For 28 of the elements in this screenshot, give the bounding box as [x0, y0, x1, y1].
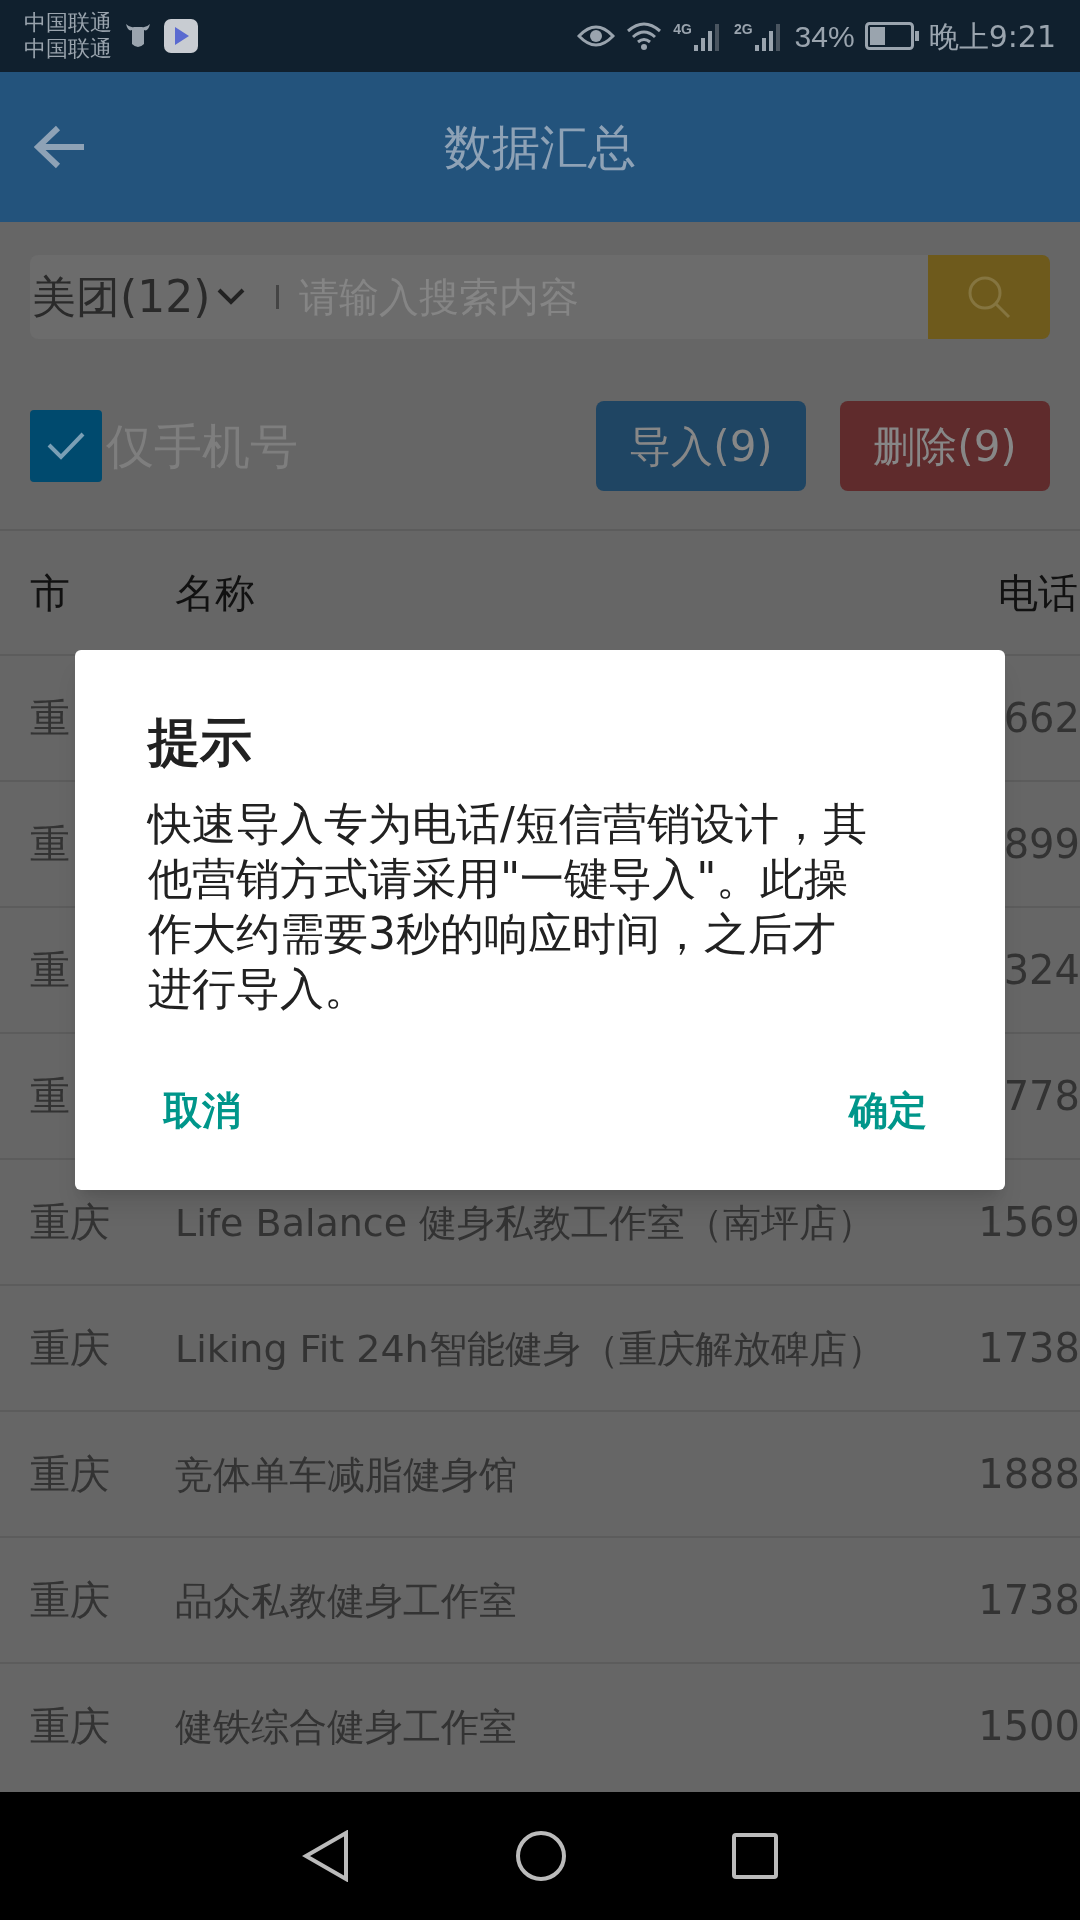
clock-time: 晚上9:21	[928, 17, 1056, 56]
home-nav-icon[interactable]	[515, 1830, 567, 1882]
back-arrow-icon	[34, 125, 86, 169]
confirm-button[interactable]: 确定	[849, 1081, 927, 1140]
chevron-down-icon	[216, 287, 247, 307]
wifi-icon	[625, 21, 664, 51]
source-dropdown[interactable]: 美团(12)	[30, 255, 247, 339]
delete-button[interactable]: 删除(9)	[840, 401, 1050, 491]
column-header: 市	[30, 568, 71, 618]
carrier-name: 中国联通	[24, 36, 112, 62]
checkbox[interactable]	[30, 410, 102, 482]
column-header: 名称	[175, 568, 256, 618]
carrier-name: 中国联通	[24, 10, 112, 36]
dialog-title: 提示	[148, 712, 253, 772]
search-icon	[966, 274, 1012, 320]
back-nav-icon[interactable]	[302, 1830, 351, 1882]
import-button[interactable]: 导入(9)	[596, 401, 806, 491]
checkmark-icon	[46, 431, 86, 461]
network-type: 4G	[673, 21, 692, 37]
battery-percent: 34%	[794, 18, 855, 55]
battery-icon	[864, 22, 919, 50]
dialog-message: 快速导入专为电话/短信营销设计，其他营销方式请采用"一键导入"。此操作大约需要3秒的响应时间，之后才进行导入。	[148, 797, 868, 1016]
cancel-button[interactable]: 取消	[163, 1081, 241, 1140]
column-header: 电话	[998, 568, 1079, 618]
play-app-icon	[164, 19, 198, 53]
page-title: 数据汇总	[444, 118, 636, 177]
recents-nav-icon[interactable]	[731, 1833, 778, 1879]
network-type: 2G	[733, 21, 753, 37]
